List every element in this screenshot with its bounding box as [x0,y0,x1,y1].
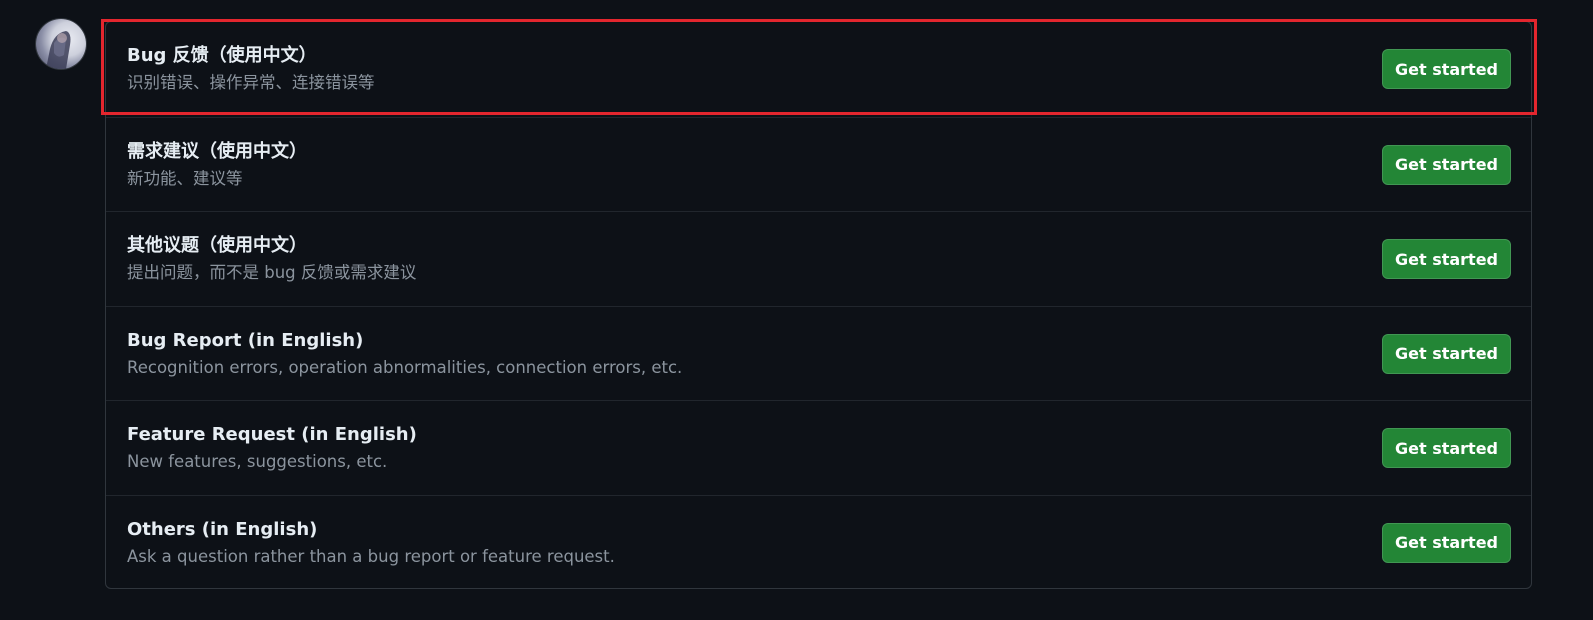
template-row-feature-zh: 需求建议（使用中文） 新功能、建议等 Get started [106,116,1531,212]
template-title: Feature Request (in English) [127,424,417,445]
avatar[interactable] [36,19,86,69]
template-row-other-en: Others (in English) Ask a question rathe… [106,494,1531,589]
template-title: Bug Report (in English) [127,329,364,351]
template-row-bug-zh: Bug 反馈（使用中文） 识别错误、操作异常、连接错误等 Get started [106,22,1531,117]
get-started-button[interactable]: Get started [1382,522,1511,563]
template-title: 其他议题（使用中文） [127,235,307,256]
template-description: New features, suggestions, etc. [127,452,388,471]
get-started-button[interactable]: Get started [1382,428,1511,468]
template-title: 需求建议（使用中文） [127,140,307,162]
template-title: Others (in English) [127,518,318,540]
template-title: Bug 反馈（使用中文） [127,45,317,66]
get-started-button[interactable]: Get started [1382,49,1511,89]
get-started-button[interactable]: Get started [1382,144,1511,185]
template-description: Ask a question rather than a bug report … [127,546,615,566]
template-row-bug-en: Bug Report (in English) Recognition erro… [106,305,1531,401]
template-description: 提出问题，而不是 bug 反馈或需求建议 [127,263,417,282]
avatar-image [46,31,71,69]
template-row-feature-en: Feature Request (in English) New feature… [106,400,1531,495]
issue-template-chooser: Bug 反馈（使用中文） 识别错误、操作异常、连接错误等 Get started… [0,0,1593,620]
template-description: 新功能、建议等 [127,168,243,188]
template-row-other-zh: 其他议题（使用中文） 提出问题，而不是 bug 反馈或需求建议 Get star… [106,211,1531,306]
get-started-button[interactable]: Get started [1382,333,1511,374]
template-description: 识别错误、操作异常、连接错误等 [127,73,375,92]
template-description: Recognition errors, operation abnormalit… [127,357,683,377]
template-list: Bug 反馈（使用中文） 识别错误、操作异常、连接错误等 Get started… [105,21,1532,589]
get-started-button[interactable]: Get started [1382,239,1511,279]
